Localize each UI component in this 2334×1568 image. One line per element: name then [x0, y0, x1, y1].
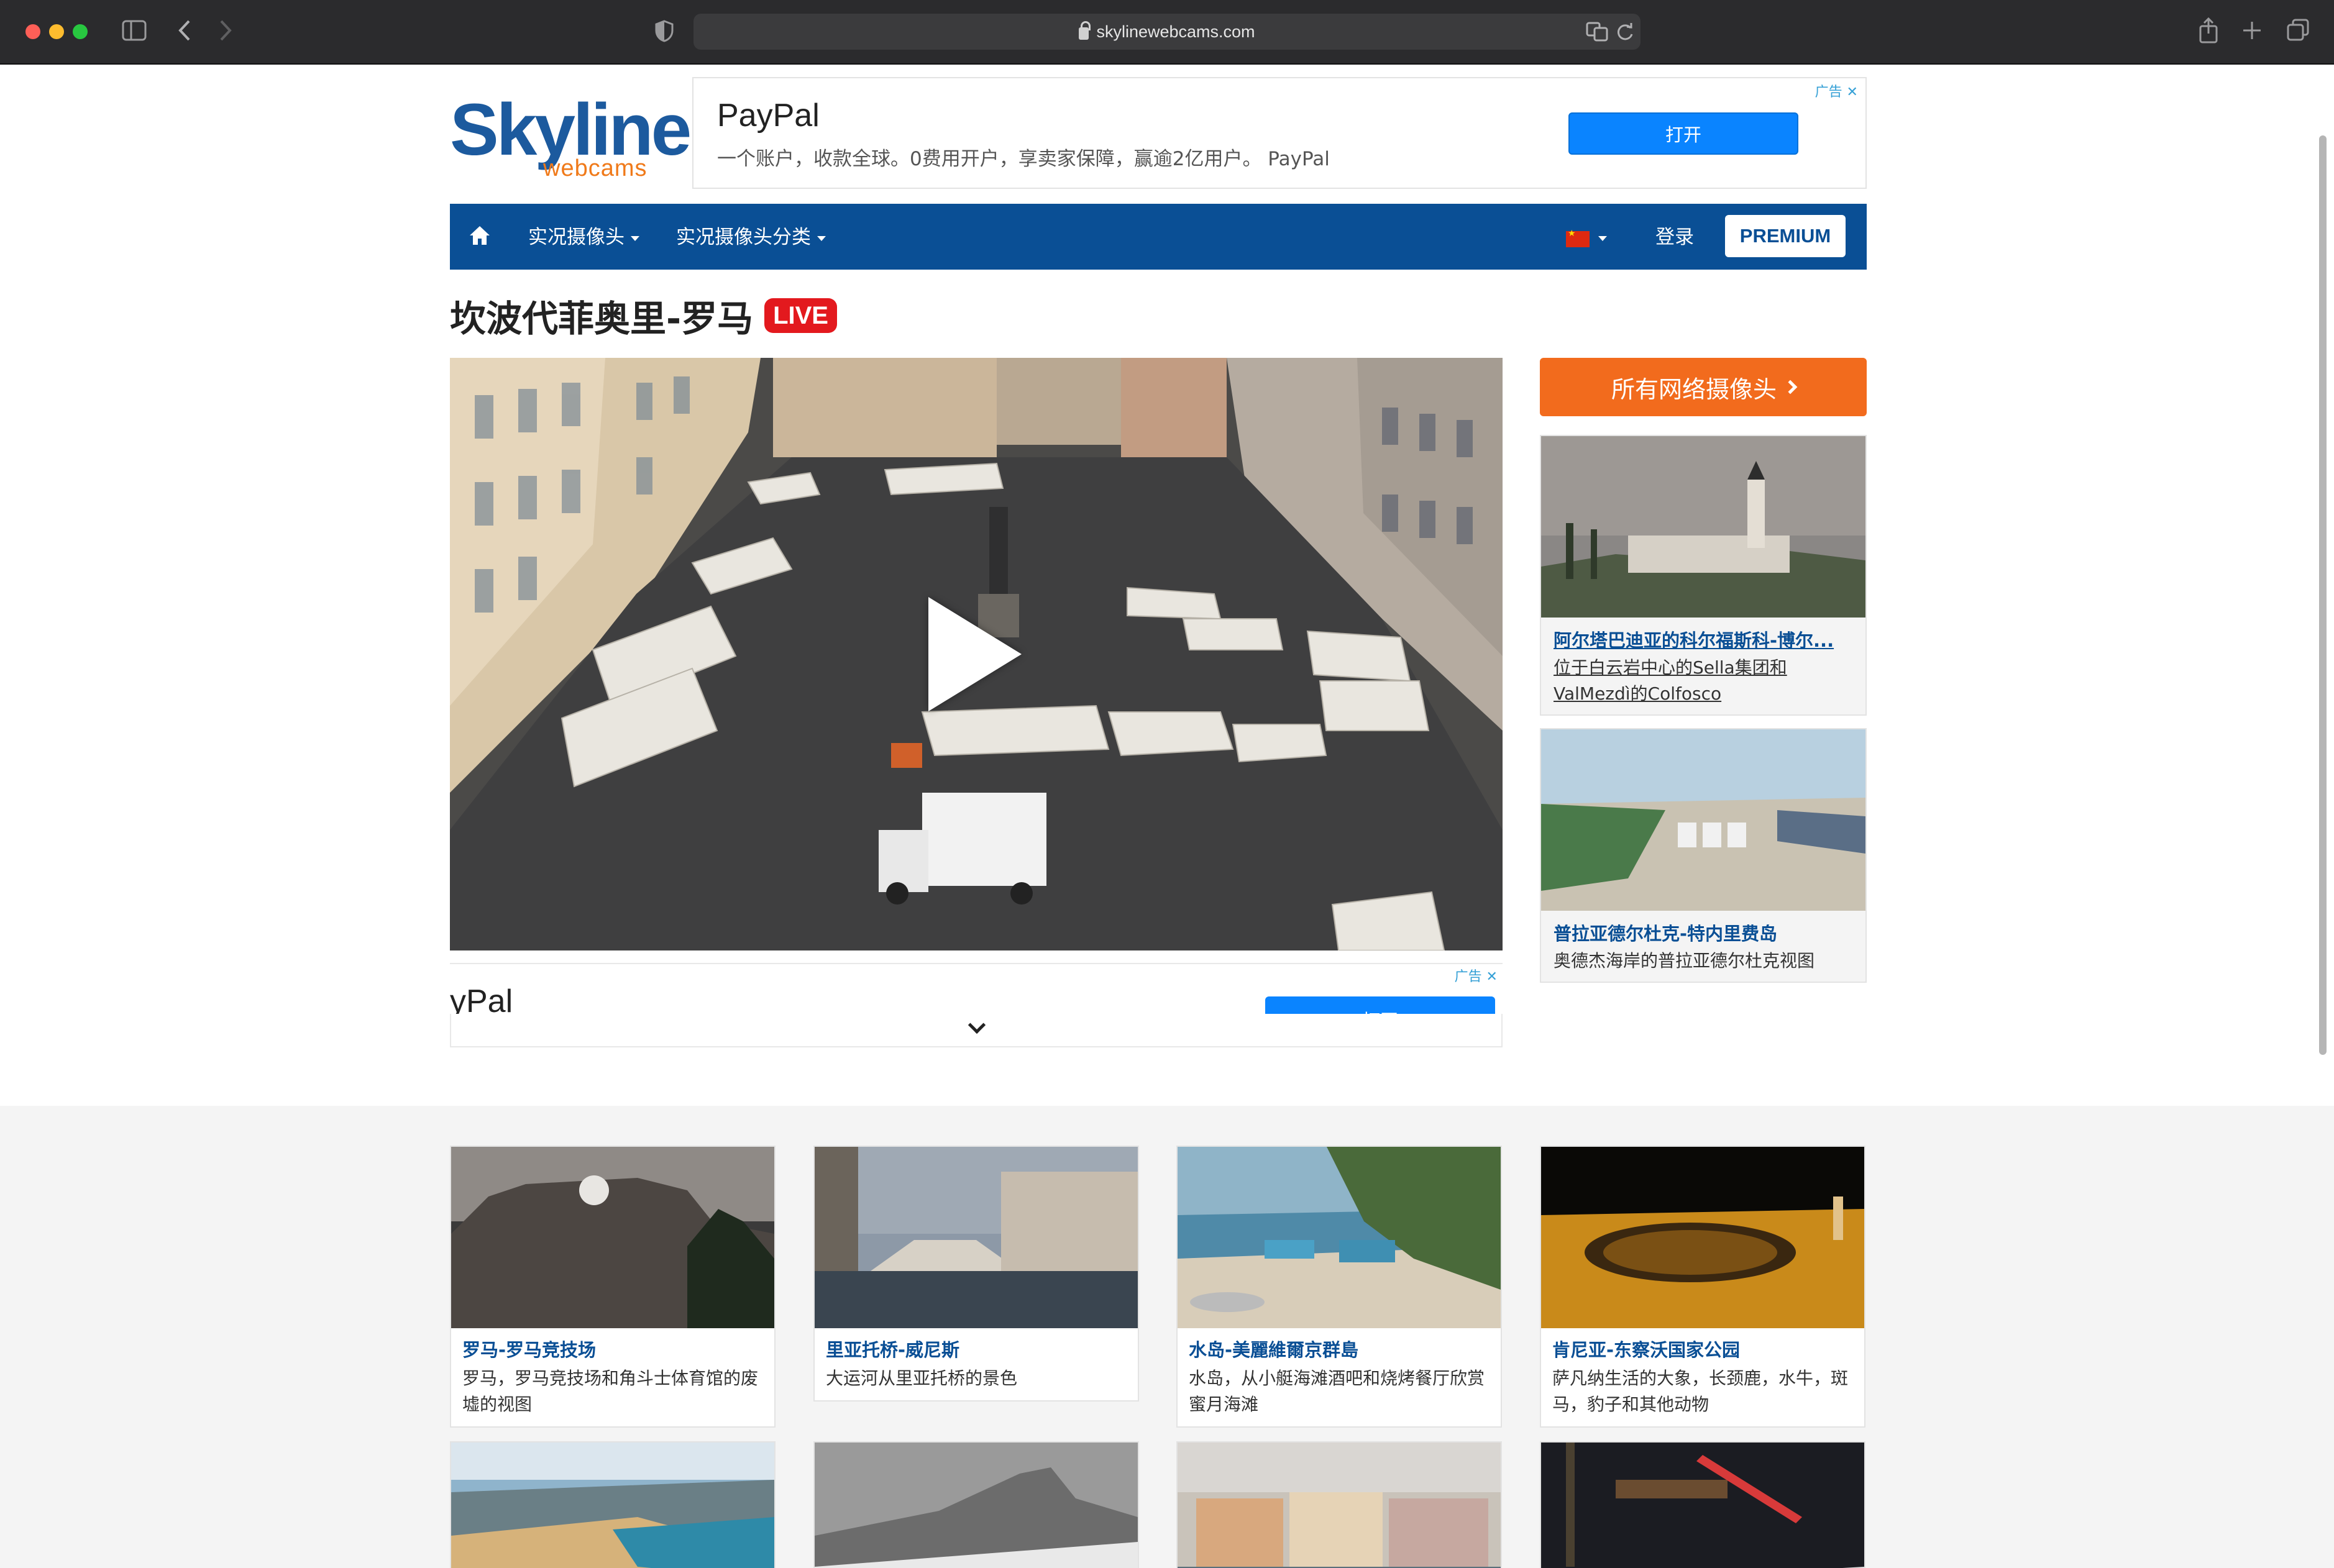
sidebar-card-title[interactable]: 阿尔塔巴迪亚的科尔福斯科-博尔... — [1541, 618, 1865, 652]
related-webcams-section: 罗马-罗马竞技场 罗马，罗马竞技场和角斗士体育馆的废墟的视图 里亚托桥-威尼斯 … — [0, 1106, 2334, 1568]
sidebar-card-title[interactable]: 普拉亚德尔杜克-特内里费岛 — [1541, 911, 1865, 946]
webcam-card-title[interactable]: 肯尼亚-东察沃国家公园 — [1541, 1328, 1864, 1362]
webcam-video-player[interactable] — [450, 358, 1503, 950]
caret-down-icon — [631, 235, 639, 241]
ad-open-button[interactable]: 打开 — [1568, 112, 1798, 155]
webcam-card[interactable] — [1540, 1441, 1865, 1568]
sidebar-card-thumbnail — [1541, 436, 1865, 618]
lock-icon — [1079, 21, 1091, 40]
webcam-card-thumbnail — [815, 1443, 1138, 1568]
webcam-card-desc: 罗马，罗马竞技场和角斗士体育馆的废墟的视图 — [462, 1368, 759, 1415]
maximize-window-button[interactable] — [73, 24, 88, 39]
webcam-card-desc: 大运河从里亚托桥的景色 — [826, 1368, 1018, 1388]
ad-banner-top[interactable]: PayPal 一个账户，收款全球。0费用开户，享卖家保障，赢逾2亿用户。 Pay… — [692, 77, 1867, 189]
ad-bottom-open-button[interactable]: 打开 — [1265, 996, 1495, 1014]
webcam-card[interactable]: 肯尼亚-东察沃国家公园 萨凡纳生活的大象，长颈鹿，水牛，斑马，豹子和其他动物 — [1540, 1146, 1865, 1428]
translate-icon[interactable] — [1586, 21, 1608, 46]
ad-banner-bottom[interactable]: yPal 打开 广告 ✕ — [450, 963, 1503, 1014]
sidebar-card[interactable]: 阿尔塔巴迪亚的科尔福斯科-博尔... 位于白云岩中心的Sella集团和ValMe… — [1540, 435, 1867, 716]
nav-live-cams[interactable]: 实况摄像头 — [528, 225, 639, 250]
chevron-down-icon — [968, 1016, 986, 1034]
webcam-card-thumbnail — [1541, 1443, 1864, 1568]
nav-categories-label: 实况摄像头分类 — [676, 226, 811, 248]
login-link[interactable]: 登录 — [1655, 225, 1694, 250]
webcam-card-thumbnail — [451, 1443, 774, 1568]
tab-overview-icon[interactable] — [2287, 19, 2309, 45]
page-title-text: 坎波代菲奥里-罗马 — [450, 298, 754, 340]
webcam-card-thumbnail — [1178, 1147, 1501, 1328]
china-flag-icon[interactable] — [1566, 229, 1590, 247]
webcam-card-title[interactable]: 罗马-罗马竞技场 — [451, 1328, 774, 1362]
ad-bottom-brand: yPal — [450, 983, 513, 1014]
webcam-card[interactable] — [1176, 1441, 1502, 1568]
sidebar-card[interactable]: 普拉亚德尔杜克-特内里费岛 奥德杰海岸的普拉亚德尔杜克视图 — [1540, 728, 1867, 983]
privacy-shield-icon[interactable] — [655, 20, 674, 47]
scrollbar-thumb[interactable] — [2319, 135, 2327, 1055]
nav-live-cams-label: 实况摄像头 — [528, 226, 625, 248]
webcam-card-thumbnail — [815, 1147, 1138, 1328]
reload-icon[interactable] — [1616, 21, 1634, 46]
sidebar-card-thumbnail — [1541, 729, 1865, 911]
sidebar-toggle-icon[interactable] — [122, 20, 147, 45]
all-webcams-button[interactable]: 所有网络摄像头 — [1540, 358, 1867, 416]
webcam-card-thumbnail — [1178, 1443, 1501, 1568]
minimize-window-button[interactable] — [49, 24, 64, 39]
chevron-right-icon — [1783, 380, 1798, 394]
ad-bottom-close-tag[interactable]: 广告 ✕ — [1455, 965, 1498, 985]
caret-down-icon[interactable] — [1598, 236, 1607, 241]
webcam-card-title[interactable]: 里亚托桥-威尼斯 — [815, 1328, 1138, 1362]
webcam-card[interactable]: 里亚托桥-威尼斯 大运河从里亚托桥的景色 — [813, 1146, 1139, 1402]
site-logo[interactable]: Skyline webcams — [450, 89, 692, 181]
webcam-card[interactable]: 水岛-美麗維爾京群島 水岛，从小艇海滩酒吧和烧烤餐厅欣赏蜜月海滩 — [1176, 1146, 1502, 1428]
webcam-card-title[interactable]: 水岛-美麗維爾京群島 — [1178, 1328, 1501, 1362]
back-icon[interactable] — [176, 19, 191, 47]
close-window-button[interactable] — [25, 24, 40, 39]
all-webcams-label: 所有网络摄像头 — [1611, 375, 1777, 403]
page-title: 坎波代菲奥里-罗马 LIVE — [450, 289, 837, 342]
live-badge: LIVE — [764, 298, 837, 333]
ad-text: 一个账户，收款全球。0费用开户，享卖家保障，赢逾2亿用户。 PayPal — [717, 148, 1330, 170]
webcam-card-thumbnail — [451, 1147, 774, 1328]
page-scrollbar[interactable] — [2319, 132, 2328, 1055]
webcam-card[interactable]: 罗马-罗马竞技场 罗马，罗马竞技场和角斗士体育馆的废墟的视图 — [450, 1146, 776, 1428]
caret-down-icon — [817, 235, 826, 241]
logo-subtext: webcams — [543, 155, 648, 181]
webcam-card-desc: 萨凡纳生活的大象，长颈鹿，水牛，斑马，豹子和其他动物 — [1552, 1368, 1849, 1415]
logo-text: Skyline — [450, 89, 692, 171]
webcam-card[interactable] — [450, 1441, 776, 1568]
sidebar-card-desc: 位于白云岩中心的Sella集团和ValMezdì的Colfosco — [1554, 657, 1787, 704]
nav-categories[interactable]: 实况摄像头分类 — [676, 225, 826, 250]
ad-expand-toggle[interactable] — [450, 1014, 1503, 1047]
share-icon[interactable] — [2199, 17, 2218, 48]
browser-toolbar: skylinewebcams.com — [0, 0, 2334, 65]
web-page: Skyline webcams PayPal 一个账户，收款全球。0费用开户，享… — [0, 66, 2334, 1568]
home-icon[interactable] — [469, 225, 491, 247]
webcam-card[interactable] — [813, 1441, 1139, 1568]
main-nav: 实况摄像头 实况摄像头分类 登录 PREMIUM — [450, 204, 1867, 270]
premium-button[interactable]: PREMIUM — [1725, 215, 1846, 257]
forward-icon[interactable] — [219, 19, 234, 47]
ad-brand: PayPal — [717, 98, 820, 134]
address-bar[interactable]: skylinewebcams.com — [693, 14, 1641, 50]
url-text: skylinewebcams.com — [1096, 22, 1255, 41]
webcam-card-desc: 水岛，从小艇海滩酒吧和烧烤餐厅欣赏蜜月海滩 — [1189, 1368, 1485, 1415]
new-tab-icon[interactable] — [2242, 20, 2262, 45]
ad-close-tag[interactable]: 广告 ✕ — [1815, 81, 1858, 101]
sidebar-card-desc: 奥德杰海岸的普拉亚德尔杜克视图 — [1554, 950, 1815, 971]
webcam-card-thumbnail — [1541, 1147, 1864, 1328]
play-icon[interactable] — [928, 597, 1022, 711]
